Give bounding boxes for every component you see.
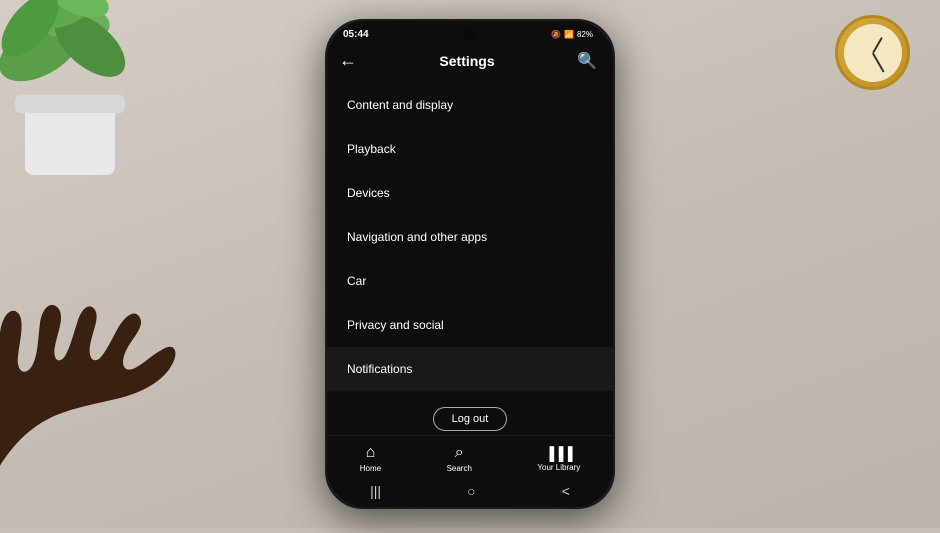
settings-item-car[interactable]: Car: [327, 259, 613, 303]
settings-item-label: Content and display: [347, 98, 453, 112]
back-system-icon[interactable]: <: [562, 483, 570, 499]
status-time: 05:44: [343, 29, 369, 40]
settings-item-notifications[interactable]: Notifications: [327, 347, 613, 391]
side-button-1: [613, 141, 615, 211]
logout-button[interactable]: Log out: [433, 407, 508, 431]
back-button[interactable]: ←: [339, 50, 357, 71]
nav-home[interactable]: ⌂ Home: [352, 442, 389, 475]
settings-list: Content and display Playback Devices Nav…: [327, 79, 613, 399]
camera-notch: [463, 27, 477, 41]
settings-item-label: Car: [347, 274, 366, 288]
app-header: ← Settings 🔍: [327, 44, 613, 79]
library-icon: ▐▐▐: [545, 446, 573, 461]
settings-item-label: Notifications: [347, 362, 412, 376]
nav-search[interactable]: ⌕ Search: [439, 442, 480, 475]
page-title: Settings: [439, 53, 494, 69]
hand-silhouette: [0, 278, 270, 528]
search-icon[interactable]: 🔍: [577, 51, 597, 71]
home-system-icon[interactable]: ○: [467, 483, 475, 499]
battery-text: 82%: [577, 30, 593, 39]
logout-container: Log out: [327, 399, 613, 435]
nav-library-label: Your Library: [537, 463, 580, 472]
nav-library[interactable]: ▐▐▐ Your Library: [529, 444, 588, 474]
settings-item-label: Playback: [347, 142, 396, 156]
settings-item-playback[interactable]: Playback: [327, 127, 613, 171]
settings-item-privacy[interactable]: Privacy and social: [327, 303, 613, 347]
home-icon: ⌂: [366, 444, 376, 462]
settings-item-label: Navigation and other apps: [347, 230, 487, 244]
bottom-nav: ⌂ Home ⌕ Search ▐▐▐ Your Library: [327, 435, 613, 479]
settings-item-navigation[interactable]: Navigation and other apps: [327, 215, 613, 259]
settings-item-local-files[interactable]: Local files: [327, 391, 613, 399]
settings-item-label: Privacy and social: [347, 318, 444, 332]
system-nav: ||| ○ <: [327, 479, 613, 507]
phone-screen: 05:44 🔕 📶 82% ← Settings 🔍 Content and d…: [327, 21, 613, 507]
wifi-icon: 📶: [564, 30, 574, 39]
side-button-2: [613, 221, 615, 271]
settings-item-label: Devices: [347, 186, 390, 200]
phone: 05:44 🔕 📶 82% ← Settings 🔍 Content and d…: [325, 19, 615, 509]
volume-icon: 🔕: [551, 30, 561, 39]
recent-apps-icon[interactable]: |||: [370, 483, 381, 499]
settings-item-devices[interactable]: Devices: [327, 171, 613, 215]
nav-home-label: Home: [360, 464, 381, 473]
search-nav-icon: ⌕: [455, 444, 464, 462]
clock-decoration: [835, 15, 910, 90]
settings-item-content-display[interactable]: Content and display: [327, 83, 613, 127]
nav-search-label: Search: [447, 464, 472, 473]
plant-decoration: [0, 0, 160, 195]
status-icons: 🔕 📶 82%: [551, 30, 593, 39]
